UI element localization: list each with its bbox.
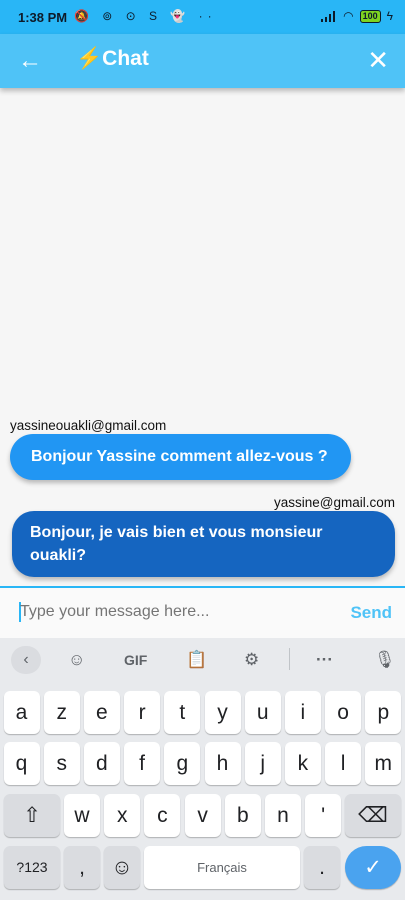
gear-icon[interactable]: ⚙ (244, 650, 259, 670)
key-apostrophe[interactable]: ' (305, 794, 342, 837)
message-bubble[interactable]: Bonjour, je vais bien et vous monsieur o… (12, 511, 395, 577)
key-b[interactable]: b (224, 794, 261, 837)
key-p[interactable]: p (365, 691, 402, 734)
key-l[interactable]: l (325, 742, 362, 785)
send-button[interactable]: Send (350, 603, 392, 623)
key-o[interactable]: o (325, 691, 362, 734)
message-sender: yassineouakli@gmail.com (10, 418, 167, 433)
status-time: 1:38 PM (18, 10, 68, 25)
page-title-text: Chat (102, 47, 149, 70)
key-d[interactable]: d (83, 742, 120, 785)
key-w[interactable]: w (64, 794, 100, 837)
chat-area[interactable]: yassineouakli@gmail.com Bonjour Yassine … (0, 88, 405, 586)
app-bar: ← ⚡Chat ✕ (0, 34, 405, 88)
key-f[interactable]: f (124, 742, 161, 785)
key-t[interactable]: t (164, 691, 201, 734)
key-q[interactable]: q (3, 742, 40, 785)
message-composer: Send (0, 586, 405, 638)
sticker-icon[interactable]: ☺ (68, 650, 85, 670)
charging-icon: ϟ (386, 9, 393, 23)
key-a[interactable]: a (3, 691, 40, 734)
signal-icon (321, 10, 337, 22)
key-j[interactable]: j (244, 742, 281, 785)
comma-key[interactable]: , (64, 846, 100, 889)
clipboard-icon[interactable]: 📋 (186, 650, 207, 670)
symbols-key[interactable]: ?123 (4, 846, 60, 889)
key-r[interactable]: r (124, 691, 161, 734)
key-e[interactable]: e (83, 691, 120, 734)
key-h[interactable]: h (204, 742, 241, 785)
shift-icon[interactable]: ⇧ (4, 794, 60, 837)
key-c[interactable]: c (144, 794, 181, 837)
key-x[interactable]: x (104, 794, 141, 837)
close-icon[interactable]: ✕ (367, 45, 389, 76)
period-key[interactable]: . (304, 846, 340, 889)
key-n[interactable]: n (265, 794, 301, 837)
key-s[interactable]: s (43, 742, 80, 785)
battery-icon: 100 (359, 9, 381, 23)
chevron-left-icon[interactable]: ‹ (11, 646, 41, 674)
gif-button[interactable]: GIF (124, 652, 147, 668)
onscreen-keyboard: ‹ ☺ GIF 📋 ⚙ ··· 🎙 a z e r t y u i o p q s d f g h j k l m ⇧ w… (0, 638, 405, 900)
key-v[interactable]: v (184, 794, 221, 837)
status-bar: 1:38 PM 🔕 ⊚ ⊙ S 👻 ·· ◠ 100 ϟ (0, 0, 405, 34)
keyboard-toolbar: ‹ ☺ GIF 📋 ⚙ ··· 🎙 (0, 638, 405, 682)
key-g[interactable]: g (164, 742, 201, 785)
key-k[interactable]: k (284, 742, 321, 785)
page-title: ⚡Chat (76, 47, 149, 71)
space-bar[interactable]: Français (144, 846, 300, 889)
key-z[interactable]: z (43, 691, 80, 734)
key-m[interactable]: m (365, 742, 402, 785)
key-i[interactable]: i (284, 691, 321, 734)
toolbar-divider (289, 648, 290, 670)
notification-icons: 🔕 ⊚ ⊙ S 👻 ·· (74, 9, 217, 23)
wifi-icon: ◠ (343, 9, 354, 23)
key-u[interactable]: u (244, 691, 281, 734)
key-y[interactable]: y (204, 691, 241, 734)
emoji-icon[interactable]: ☺ (104, 846, 140, 889)
message-bubble[interactable]: Bonjour Yassine comment allez-vous ? (10, 434, 351, 480)
backspace-icon[interactable]: ⌫ (345, 794, 401, 837)
checkmark-icon[interactable]: ✓ (345, 846, 401, 889)
lightning-icon: ⚡ (76, 47, 103, 70)
more-icon[interactable]: ··· (316, 650, 333, 670)
back-arrow-icon[interactable]: ← (18, 47, 42, 75)
microphone-icon[interactable]: 🎙 (374, 650, 396, 670)
message-input[interactable] (20, 603, 320, 621)
status-right: ◠ 100 ϟ (321, 9, 393, 23)
message-sender: yassine@gmail.com (274, 495, 395, 510)
